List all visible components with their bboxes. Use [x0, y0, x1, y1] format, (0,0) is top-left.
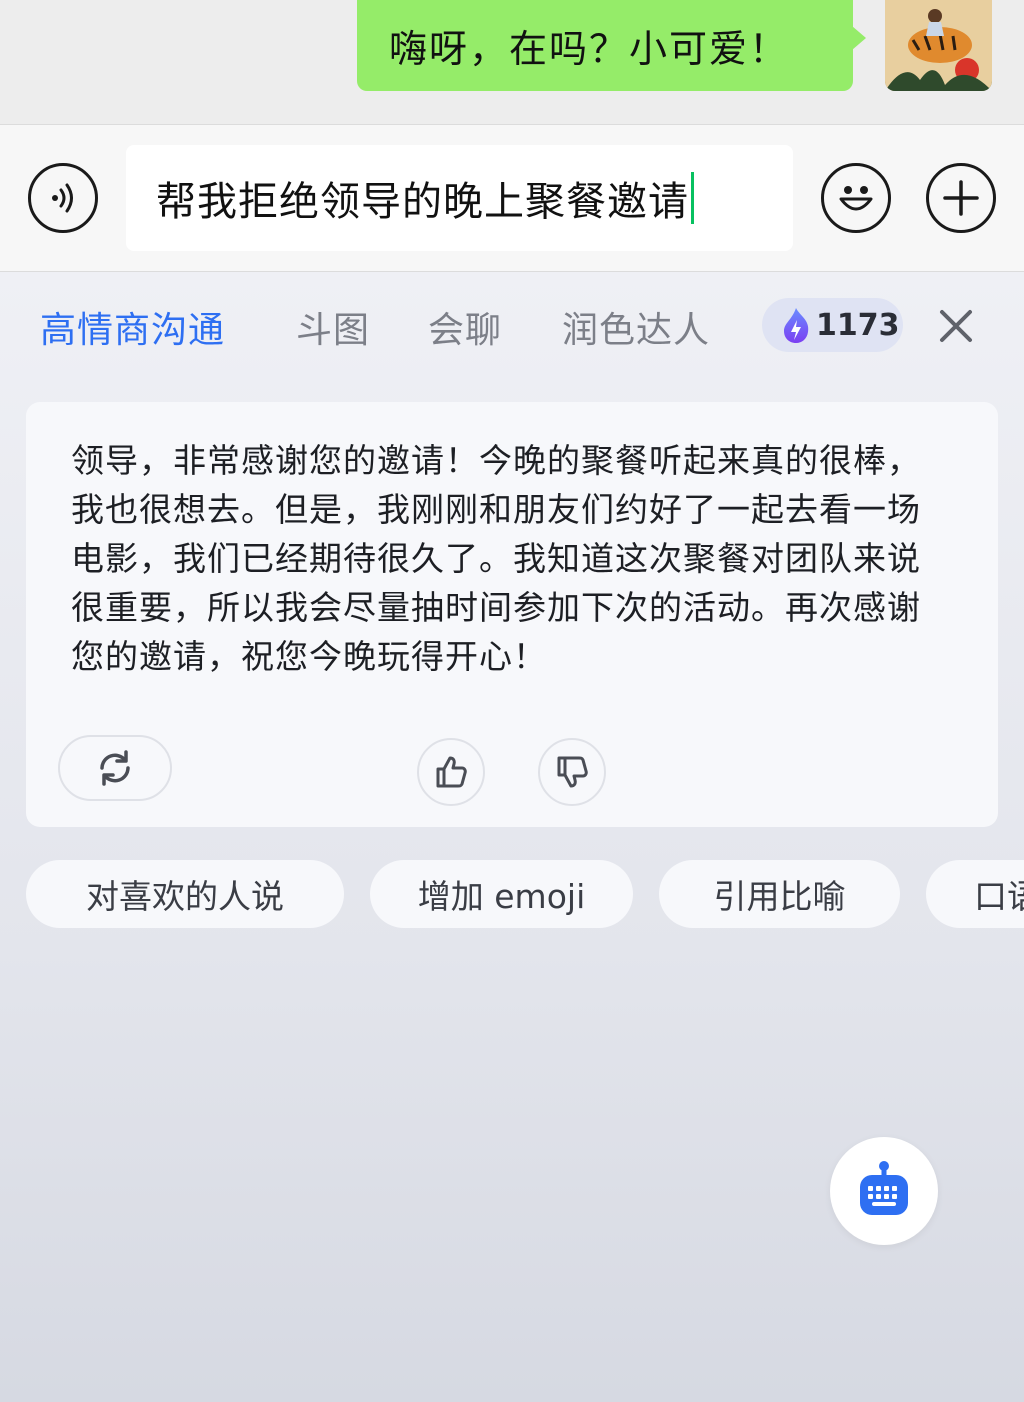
chip-colloquial[interactable]: 口语 — [926, 860, 1024, 928]
chat-area: 嗨呀，在吗？小可爱！ — [0, 0, 1024, 124]
thumbs-down-icon — [557, 756, 588, 788]
regenerate-button[interactable] — [58, 735, 172, 801]
plus-icon[interactable] — [926, 163, 996, 233]
tab-high-eq[interactable]: 高情商沟通 — [40, 302, 225, 352]
dislike-button[interactable] — [538, 738, 606, 806]
reply-text[interactable]: 领导，非常感谢您的邀请！今晚的聚餐听起来真的很棒，我也很想去。但是，我刚刚和朋友… — [71, 436, 941, 681]
bubble-tail — [852, 26, 866, 50]
text-caret — [691, 172, 694, 224]
points-badge[interactable]: 1173 — [762, 298, 903, 352]
like-button[interactable] — [417, 738, 485, 806]
thumbs-up-icon — [436, 756, 467, 788]
message-input-value: 帮我拒绝领导的晚上聚餐邀请 — [156, 179, 689, 225]
flame-icon — [784, 308, 809, 343]
reply-card: 领导，非常感谢您的邀请！今晚的聚餐听起来真的很棒，我也很想去。但是，我刚刚和朋友… — [26, 402, 998, 827]
message-bubble[interactable]: 嗨呀，在吗？小可爱！ — [357, 0, 853, 91]
message-text: 嗨呀，在吗？小可爱！ — [389, 27, 790, 71]
chip-to-crush[interactable]: 对喜欢的人说 — [26, 860, 344, 928]
emoji-icon[interactable] — [821, 163, 891, 233]
chip-metaphor[interactable]: 引用比喻 — [659, 860, 900, 928]
tab-meme[interactable]: 斗图 — [296, 302, 370, 352]
suggestion-chips: 对喜欢的人说 增加 emoji 引用比喻 口语 — [0, 860, 1024, 930]
message-input[interactable]: 帮我拒绝领导的晚上聚餐邀请 — [126, 145, 793, 251]
keyboard-toggle-button[interactable] — [830, 1137, 938, 1245]
avatar-tiger-illustration — [885, 0, 992, 91]
tab-bar: 高情商沟通 斗图 会聊 润色达人 1173 — [0, 272, 1024, 382]
input-bar: 帮我拒绝领导的晚上聚餐邀请 — [0, 124, 1024, 272]
tab-chat[interactable]: 会聊 — [428, 302, 502, 352]
close-icon[interactable] — [936, 306, 976, 346]
voice-icon[interactable] — [28, 163, 98, 233]
points-value: 1173 — [816, 307, 900, 343]
tab-polish[interactable]: 润色达人 — [562, 302, 710, 352]
keyboard-icon — [860, 1161, 908, 1215]
avatar[interactable] — [885, 0, 992, 91]
chip-add-emoji[interactable]: 增加 emoji — [370, 860, 633, 928]
ai-assistant-panel: 高情商沟通 斗图 会聊 润色达人 1173 领导，非常感谢您的邀请！今晚的聚餐听… — [0, 272, 1024, 1402]
refresh-icon — [100, 750, 130, 786]
